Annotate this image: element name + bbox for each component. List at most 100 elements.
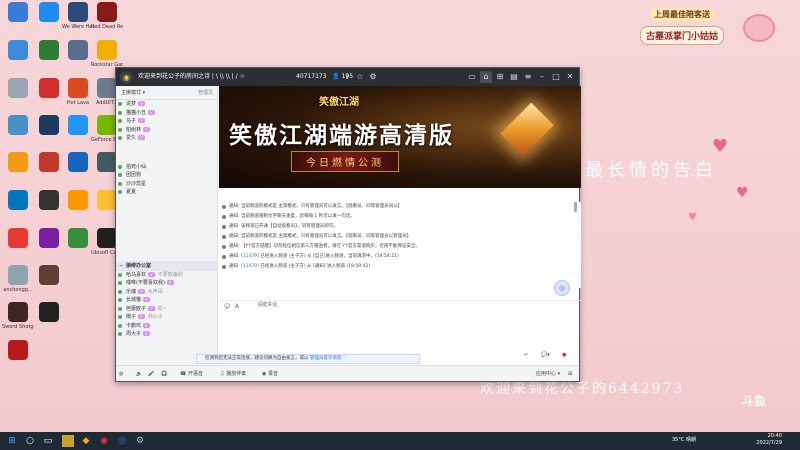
game-ad-banner[interactable]: 笑傲江湖 笑傲江湖端游高清版 今日燃情公测	[219, 86, 581, 188]
user-list-item[interactable]: 周大子 V	[116, 330, 217, 339]
user-list-item[interactable]: 沙沙蕊星	[116, 180, 217, 189]
sub-channel[interactable]: 狼绯办公室	[116, 260, 217, 271]
taskbar-app-icon[interactable]: ◉	[98, 435, 110, 447]
layout-icon[interactable]: ▤	[508, 71, 520, 83]
user-list-item[interactable]: 爱久 V	[116, 134, 217, 143]
assistant-icon[interactable]: ◎	[554, 280, 570, 296]
desktop-shortcut[interactable]: Hot Lava	[62, 78, 94, 106]
user-list-item[interactable]: 芭蕾欧子 V 欢~	[116, 305, 217, 314]
desktop-shortcut[interactable]	[2, 115, 34, 137]
chat-bubble-icon[interactable]: 💬▾	[541, 352, 550, 358]
desktop-shortcut[interactable]	[33, 2, 65, 24]
desktop-shortcut[interactable]	[2, 228, 34, 250]
music-button[interactable]: ♫ 播放伴奏	[220, 366, 246, 382]
taskview-icon[interactable]: ▭	[42, 435, 54, 447]
desktop-shortcut[interactable]	[2, 78, 34, 100]
clock-date: 2022/7/29	[756, 440, 782, 446]
toast-link[interactable]: 管理员提示消息	[310, 356, 342, 361]
volume-icon[interactable]: 🔈	[136, 366, 142, 382]
user-name: 团团狗	[126, 172, 142, 178]
user-list-item[interactable]: 柏树林 V	[116, 126, 217, 135]
user-list-item[interactable]: 乐魂 V 大声闹	[116, 288, 217, 297]
chat-log[interactable]: 通知: 当前频道的模式是 主席模式，只有管理员可以发言。【观看员、同等管理员间以…	[219, 202, 581, 288]
desktop-shortcut[interactable]	[33, 190, 65, 212]
avatar[interactable]: ◍	[119, 366, 123, 382]
user-list-item[interactable]: 猫猫小丑 V	[116, 109, 217, 118]
user-list-item[interactable]: 卡鹏鸡 V	[116, 322, 217, 331]
desktop-shortcut[interactable]: We Were Here 1...	[62, 2, 94, 30]
desktop-shortcut[interactable]	[62, 40, 94, 62]
desktop-shortcut[interactable]	[33, 115, 65, 137]
desktop-shortcut[interactable]	[2, 152, 34, 174]
notice-icon	[222, 225, 226, 229]
vip-badge-icon: V	[138, 288, 145, 294]
voice-label: 开语音	[187, 371, 203, 377]
game-icon	[68, 40, 88, 60]
desktop-shortcut[interactable]	[33, 152, 65, 174]
steam-icon[interactable]: ⚙	[134, 435, 146, 447]
grid-icon[interactable]: ⊞	[568, 366, 572, 382]
chat-input[interactable]	[257, 301, 557, 313]
user-list-item[interactable]: 长城猫 V	[116, 296, 217, 305]
mic-icon[interactable]: ●	[562, 352, 566, 358]
window-titlebar[interactable]: ◉ 欢迎来到花公子的房间之诗 | \ \\ \\ | / ☆ 40717173 …	[116, 68, 579, 86]
desktop-shortcut[interactable]: anchongg...	[2, 265, 34, 293]
message-link[interactable]: [11479]	[241, 254, 259, 259]
user-list-item[interactable]: 拍死小仙	[116, 163, 217, 172]
voice-button[interactable]: ☎ 开语音	[180, 366, 203, 382]
favorite-icon[interactable]: ☆	[354, 71, 366, 83]
system-clock[interactable]: 20:40 2022/7/29	[756, 433, 782, 447]
user-list-item[interactable]: 哈乌喜欢 V 不要欺骗别	[116, 271, 217, 280]
taskbar-app-icon[interactable]: ◆	[80, 435, 92, 447]
enter-send-icon[interactable]: ↵	[524, 352, 528, 358]
desktop-shortcut[interactable]	[62, 228, 94, 250]
channel-mode-label: 主席模式	[121, 90, 142, 96]
desktop-shortcut[interactable]	[2, 340, 34, 362]
desktop-shortcut[interactable]: Sword Shotgun	[2, 302, 34, 330]
desktop-shortcut[interactable]	[33, 228, 65, 250]
minimize-icon[interactable]: –	[536, 71, 548, 83]
desktop-shortcut[interactable]: Red Dead Redempt...	[91, 2, 123, 30]
user-list-item[interactable]: 马子 V	[116, 117, 217, 126]
mic-small-icon[interactable]: 🎤	[148, 366, 154, 382]
desktop-shortcut[interactable]	[62, 190, 94, 212]
user-name: 哈乌喜欢	[126, 271, 147, 278]
message-link[interactable]: [11479]	[241, 264, 259, 269]
desktop-shortcut[interactable]	[62, 152, 94, 174]
settings-icon[interactable]: ⚙	[367, 71, 379, 83]
home-icon[interactable]: ⌂	[480, 71, 492, 83]
screen-icon[interactable]: ▭	[466, 71, 478, 83]
desktop-shortcut[interactable]	[33, 78, 65, 100]
qq-icon	[8, 228, 28, 248]
channel-mode[interactable]: 主席模式 ▾ 管理员	[116, 86, 217, 100]
user-list-item[interactable]: 说梦 V	[116, 100, 217, 109]
taskbar-app-icon[interactable]	[62, 435, 74, 447]
desktop-shortcut[interactable]	[33, 265, 65, 287]
taskbar-app-icon[interactable]: ◎	[116, 435, 128, 447]
share-icon[interactable]: ⇪	[341, 71, 353, 83]
weather-widget[interactable]: 35°C 晴朗	[672, 436, 696, 443]
desktop-shortcut[interactable]	[33, 40, 65, 62]
maximize-icon[interactable]: □	[550, 71, 562, 83]
badge-title: 上周最佳陪客送	[650, 8, 714, 21]
close-icon[interactable]: ✕	[564, 71, 576, 83]
manage-link[interactable]: 管理员	[198, 86, 213, 100]
user-list-item[interactable]: 椒子 V 帅公子	[116, 313, 217, 322]
desktop-shortcut[interactable]	[62, 115, 94, 137]
windows-start-icon[interactable]: ⊞	[6, 435, 18, 447]
search-icon[interactable]: ○	[24, 435, 36, 447]
menu-icon[interactable]: ≡	[522, 71, 534, 83]
app-center-button[interactable]: 应用中心 ▾	[536, 366, 560, 382]
gamepad-icon[interactable]: ⊞	[494, 71, 506, 83]
record-button[interactable]: ◉ 录音	[262, 366, 278, 382]
user-list-item[interactable]: 夏夏	[116, 188, 217, 197]
desktop-shortcut[interactable]	[2, 40, 34, 62]
headset-icon[interactable]: 🎧	[161, 366, 167, 382]
user-list-item[interactable]: 团团狗	[116, 171, 217, 180]
desktop-shortcut[interactable]: Rockstar Games L...	[91, 40, 123, 68]
user-list-item[interactable]: 嘿咻(不要喜欢我) V	[116, 279, 217, 288]
desktop-shortcut[interactable]	[2, 2, 34, 24]
desktop-shortcut[interactable]	[33, 302, 65, 324]
desktop-shortcut[interactable]	[2, 190, 34, 212]
kugou-icon	[39, 2, 59, 22]
